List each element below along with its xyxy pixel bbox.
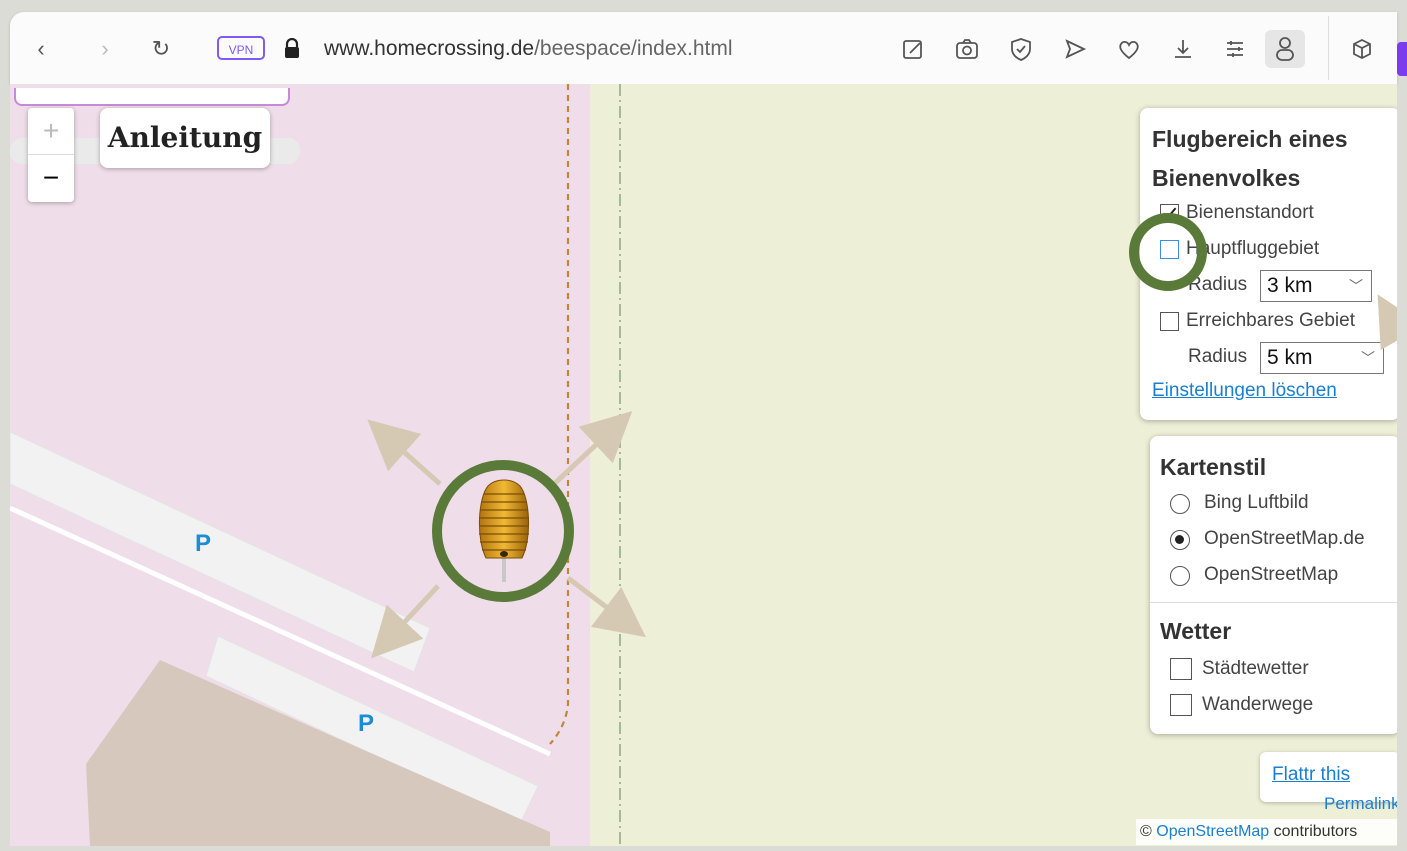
bienenstandort-label: Bienenstandort	[1186, 202, 1314, 223]
radio-bing[interactable]	[1170, 494, 1190, 514]
radius-select-value: 3 km	[1267, 274, 1313, 297]
radius-label: Radius	[1188, 346, 1248, 367]
erreichbares-label: Erreichbares Gebiet	[1186, 310, 1355, 331]
parking-label: P	[195, 530, 212, 557]
browser-toolbar: ‹ › ↻ VPN www.homecrossing.de/beespace/i…	[10, 12, 1407, 84]
staedtewetter-checkbox[interactable]	[1170, 658, 1192, 680]
vpn-badge[interactable]: VPN	[217, 36, 265, 60]
map-attribution: © OpenStreetMap contributors	[1136, 819, 1397, 845]
reload-icon[interactable]: ↻	[146, 34, 176, 64]
wanderwege-checkbox[interactable]	[1170, 694, 1192, 716]
divider	[1150, 602, 1397, 603]
parking-label: P	[358, 710, 375, 737]
panel-title: Flugbereich eines Bienenvolkes	[1152, 126, 1348, 191]
zoom-in-button[interactable]: +	[28, 108, 74, 155]
flattr-link[interactable]: Flattr this	[1272, 764, 1350, 786]
wanderwege-label: Wanderwege	[1202, 694, 1314, 715]
kartenstil-title: Kartenstil	[1160, 454, 1267, 480]
edit-icon[interactable]	[898, 34, 928, 64]
hauptfluggebiet-checkbox[interactable]	[1160, 240, 1179, 259]
send-icon[interactable]	[1060, 34, 1090, 64]
copyright-symbol: ©	[1140, 823, 1152, 840]
attribution-suffix: contributors	[1269, 823, 1358, 840]
hauptfluggebiet-label: Hauptfluggebiet	[1186, 238, 1320, 259]
bienenstandort-checkbox[interactable]	[1160, 204, 1179, 223]
zoom-control: + −	[28, 108, 74, 202]
radio-osm-de-label: OpenStreetMap.de	[1204, 528, 1365, 549]
url-host: www.homecrossing.de	[324, 37, 535, 60]
lock-icon	[284, 37, 300, 58]
extension-indicator[interactable]	[1397, 42, 1407, 76]
beehive-marker-icon[interactable]	[466, 478, 542, 588]
profile-icon[interactable]	[1265, 30, 1305, 68]
staedtewetter-label: Städtewetter	[1202, 658, 1309, 679]
radio-osm[interactable]	[1170, 566, 1190, 586]
osm-link[interactable]: OpenStreetMap	[1156, 823, 1269, 840]
heart-icon[interactable]	[1114, 34, 1144, 64]
radius-label: Radius	[1188, 274, 1248, 295]
map-view[interactable]: + − Anleitung P P Flugbereich eines Bien…	[10, 84, 1397, 846]
toolbar-separator	[1328, 16, 1329, 80]
forward-icon[interactable]: ›	[90, 34, 120, 64]
permalink-link[interactable]: Permalink	[1324, 794, 1397, 814]
url-path: /beespace/index.html	[534, 37, 733, 60]
radius-select-reach[interactable]: 5 km ﹀	[1260, 342, 1384, 374]
back-icon[interactable]: ‹	[26, 34, 56, 64]
cube-icon[interactable]	[1347, 34, 1377, 64]
download-icon[interactable]	[1168, 34, 1198, 64]
map-style-panel: Kartenstil Bing Luftbild OpenStreetMap.d…	[1150, 436, 1397, 734]
footpath	[549, 84, 570, 745]
anleitung-button[interactable]: Anleitung	[100, 108, 270, 168]
erreichbares-checkbox[interactable]	[1160, 312, 1179, 331]
parking-strip-1	[10, 431, 431, 673]
address-bar[interactable]: www.homecrossing.de/beespace/index.html	[324, 36, 733, 62]
wetter-title: Wetter	[1160, 618, 1232, 644]
shield-icon[interactable]	[1006, 34, 1036, 64]
chevron-down-icon: ﹀	[1349, 278, 1363, 294]
menu-icon[interactable]	[1220, 34, 1250, 64]
radius-select-main[interactable]: 3 km ﹀	[1260, 270, 1372, 302]
radio-bing-label: Bing Luftbild	[1204, 492, 1309, 513]
screenshot-frame: ‹ › ↻ VPN www.homecrossing.de/beespace/i…	[0, 0, 1407, 851]
clear-settings-link[interactable]: Einstellungen löschen	[1152, 380, 1337, 402]
camera-icon[interactable]	[952, 34, 982, 64]
radius-select-value: 5 km	[1267, 346, 1313, 369]
radio-osm-de[interactable]	[1170, 530, 1190, 550]
chevron-down-icon: ﹀	[1361, 350, 1375, 366]
radio-osm-label: OpenStreetMap	[1204, 564, 1339, 585]
search-field-edge[interactable]	[14, 88, 290, 106]
zoom-out-button[interactable]: −	[28, 155, 74, 201]
flight-area-panel: Flugbereich eines Bienenvolkes Bienensta…	[1140, 108, 1397, 420]
